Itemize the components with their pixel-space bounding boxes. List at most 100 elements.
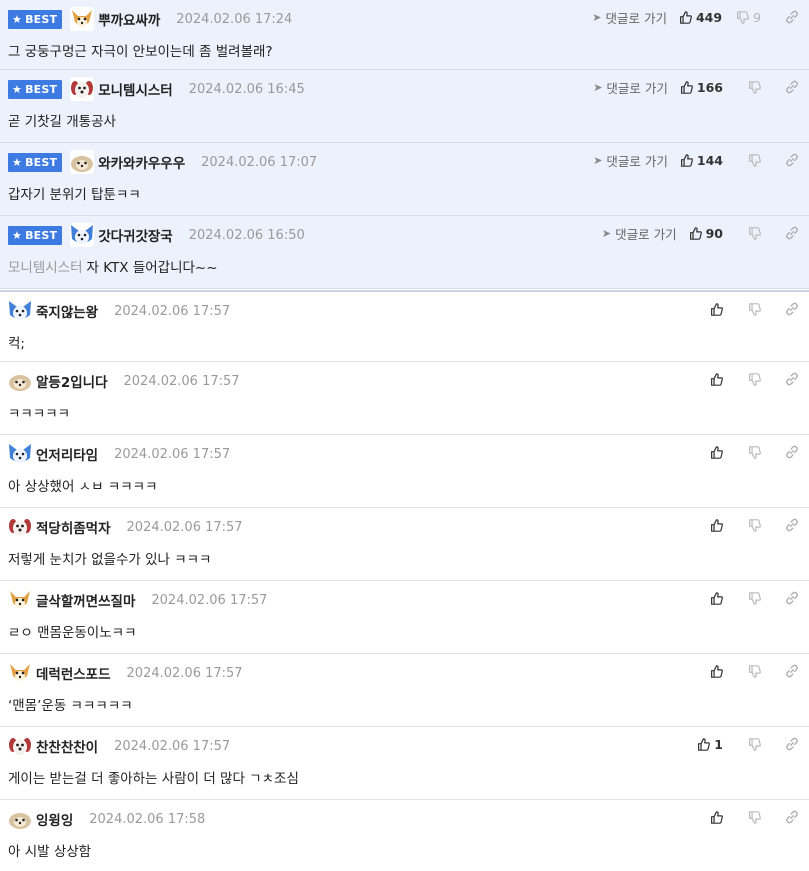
link-icon <box>786 591 798 605</box>
comment-date: 2024.02.06 17:07 <box>201 154 318 170</box>
link-icon <box>786 664 798 678</box>
dog-avatar-blue[interactable] <box>8 299 32 323</box>
comment-header: 글삭할꺼면쓰질마 2024.02.06 17:57 <box>8 588 267 612</box>
like-button[interactable] <box>699 445 723 459</box>
comment-author[interactable]: 찬찬찬찬이 <box>36 736 98 756</box>
dog-avatar-beige[interactable] <box>70 150 95 174</box>
share-button[interactable] <box>775 372 799 386</box>
comment-header: 찬찬찬찬이 2024.02.06 17:57 <box>8 734 231 758</box>
comment-text: 곧 기찻길 개통공사 <box>8 114 116 130</box>
share-button[interactable] <box>775 810 799 824</box>
like-button[interactable]: 90 <box>689 226 723 241</box>
navigation-arrow-icon: ➤ <box>601 226 612 240</box>
dog-avatar-orange[interactable] <box>8 588 32 612</box>
like-button[interactable] <box>699 810 723 824</box>
best-badge: ★ BEST <box>8 79 63 99</box>
comment-author[interactable]: 죽지않는왕 <box>36 301 98 321</box>
comment-actions <box>699 808 799 826</box>
comment-author[interactable]: 모니템시스터 <box>98 79 173 99</box>
thumbs-up-icon <box>679 10 692 24</box>
comment-author[interactable]: 데럭런스포드 <box>36 663 111 683</box>
dislike-button[interactable] <box>737 591 761 605</box>
comment-author[interactable]: 와카와카우우우 <box>98 152 185 172</box>
like-button[interactable]: 166 <box>680 80 723 95</box>
comment-date: 2024.02.06 17:24 <box>176 11 293 27</box>
comment-actions: ➤ 댓글로 가기 166 <box>593 78 799 96</box>
share-button[interactable] <box>775 80 799 94</box>
comment-author[interactable]: 글삭할꺼면쓰질마 <box>36 590 135 610</box>
comment: 찬찬찬찬이 2024.02.06 17:57 1 게이는 받는걸 더 좋아하는 … <box>0 727 809 800</box>
thumbs-up-icon <box>680 153 693 167</box>
star-icon: ★ <box>12 82 23 96</box>
comment-author[interactable]: 언저리타임 <box>36 444 98 464</box>
share-button[interactable] <box>775 10 799 24</box>
comment-actions <box>699 516 799 534</box>
share-button[interactable] <box>775 518 799 532</box>
thumbs-down-icon <box>737 10 749 24</box>
thumbs-down-icon <box>749 664 761 678</box>
dog-avatar-orange[interactable] <box>70 7 95 31</box>
link-icon <box>786 153 798 167</box>
dog-avatar-blue[interactable] <box>70 223 95 247</box>
comment-author[interactable]: 갓다귀갓장국 <box>98 225 173 245</box>
like-button[interactable] <box>699 591 723 605</box>
comment-author[interactable]: 잉윙잉 <box>36 809 73 829</box>
comment: 글삭할꺼면쓰질마 2024.02.06 17:57 ㄹㅇ 맨몸운동이노ㅋㅋ <box>0 581 809 654</box>
dislike-button[interactable] <box>737 226 761 240</box>
comment-author[interactable]: 뿌까요싸까 <box>98 9 160 29</box>
dislike-button[interactable] <box>737 80 761 94</box>
comment-header: 알등2입니다 2024.02.06 17:57 <box>8 369 240 393</box>
dog-avatar-blue[interactable] <box>8 442 32 466</box>
like-button[interactable]: 144 <box>680 153 723 168</box>
share-button[interactable] <box>775 153 799 167</box>
comment-header: 데럭런스포드 2024.02.06 17:57 <box>8 661 243 685</box>
dislike-button[interactable] <box>737 302 761 316</box>
goto-comment-link[interactable]: ➤ 댓글로 가기 <box>602 224 677 243</box>
comment-date: 2024.02.06 17:57 <box>114 738 231 754</box>
star-icon: ★ <box>12 228 23 242</box>
goto-comment-link[interactable]: ➤ 댓글로 가기 <box>592 8 667 27</box>
goto-comment-link[interactable]: ➤ 댓글로 가기 <box>593 151 668 170</box>
dislike-button[interactable] <box>737 153 761 167</box>
share-button[interactable] <box>775 664 799 678</box>
thumbs-up-icon <box>711 372 723 386</box>
dislike-button[interactable] <box>737 664 761 678</box>
dislike-button[interactable] <box>737 518 761 532</box>
comment-actions <box>699 300 799 318</box>
comment-author[interactable]: 적당히좀먹자 <box>36 517 111 537</box>
thumbs-down-icon <box>749 226 761 240</box>
like-button[interactable]: 1 <box>697 737 723 752</box>
dislike-button[interactable] <box>737 737 761 751</box>
dislike-button[interactable] <box>737 372 761 386</box>
dog-avatar-beige[interactable] <box>8 807 32 831</box>
dog-avatar-orange[interactable] <box>8 661 32 685</box>
thumbs-up-icon <box>711 591 723 605</box>
thumbs-up-icon <box>711 518 723 532</box>
goto-comment-link[interactable]: ➤ 댓글로 가기 <box>593 78 668 97</box>
dislike-button[interactable] <box>737 445 761 459</box>
mention-link[interactable]: 모니템시스터 <box>8 260 83 276</box>
share-button[interactable] <box>775 737 799 751</box>
thumbs-down-icon <box>749 810 761 824</box>
dog-avatar-red[interactable] <box>70 77 95 101</box>
thumbs-down-icon <box>749 153 761 167</box>
dislike-count: 9 <box>753 9 761 25</box>
dislike-button[interactable]: 9 <box>736 10 761 25</box>
dog-avatar-red[interactable] <box>8 515 32 539</box>
share-button[interactable] <box>775 445 799 459</box>
share-button[interactable] <box>775 591 799 605</box>
share-button[interactable] <box>775 226 799 240</box>
thumbs-up-icon <box>711 664 723 678</box>
dislike-button[interactable] <box>737 810 761 824</box>
dog-avatar-red[interactable] <box>8 734 32 758</box>
best-badge: ★ BEST <box>8 152 63 172</box>
dog-avatar-beige[interactable] <box>8 369 32 393</box>
like-button[interactable] <box>699 372 723 386</box>
like-button[interactable] <box>699 302 723 316</box>
share-button[interactable] <box>775 302 799 316</box>
like-button[interactable]: 449 <box>679 10 722 25</box>
comment-author[interactable]: 알등2입니다 <box>36 371 108 391</box>
like-button[interactable] <box>699 664 723 678</box>
comment-text: 그 궁둥구멍근 자극이 안보이는데 좀 벌려볼래? <box>8 44 273 60</box>
like-button[interactable] <box>699 518 723 532</box>
